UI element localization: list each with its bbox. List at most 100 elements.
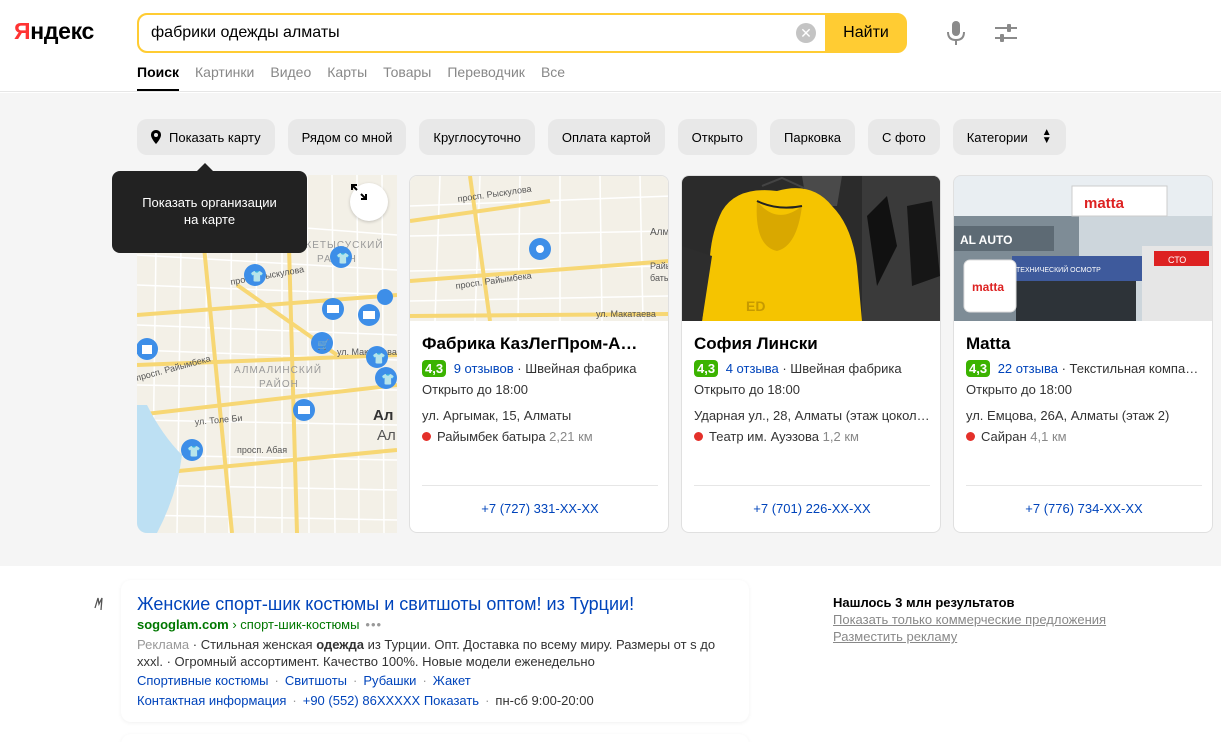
card-payment-chip[interactable]: Оплата картой (547, 119, 665, 155)
svg-text:ул. Макатаева: ул. Макатаева (596, 309, 656, 319)
metro-distance: 1,2 км (822, 429, 859, 444)
yandex-logo[interactable]: Яндекс (14, 18, 94, 45)
commercial-only-link[interactable]: Показать только коммерческие предложения (833, 611, 1106, 628)
desc-part: · Стильная женская (189, 637, 317, 652)
advertise-link[interactable]: Разместить рекламу (833, 628, 1106, 645)
desc-highlight: одежда (316, 637, 364, 652)
tab-products[interactable]: Товары (383, 62, 431, 91)
org-metro: Театр им. Ауэзова 1,2 км (694, 429, 859, 444)
nearby-chip[interactable]: Рядом со мной (287, 119, 407, 155)
reviews-link[interactable]: 4 отзыва (726, 361, 779, 376)
reviews-link[interactable]: 9 отзывов (454, 361, 514, 376)
show-map-chip[interactable]: Показать карту (137, 119, 275, 155)
result-url[interactable]: sogoglam.com › спорт-шик-костюмы ••• (137, 617, 382, 632)
divider (422, 485, 658, 486)
separator: · (485, 693, 490, 708)
open-now-chip[interactable]: Открыто (677, 119, 758, 155)
district-label: РАЙОН (259, 377, 299, 390)
show-phone-link[interactable]: Показать (424, 693, 479, 708)
header: Яндекс ✕ Найти Поиск Картинки Видео Карт… (0, 0, 1221, 92)
organization-card[interactable]: ED София Лински 4,3 4 отзыва · Швейная ф… (681, 175, 941, 533)
map-pin-icon (151, 130, 161, 144)
tab-images[interactable]: Картинки (195, 62, 254, 91)
round-clock-chip[interactable]: Круглосуточно (419, 119, 535, 155)
microphone-icon[interactable] (944, 20, 968, 46)
results-count: Нашлось 3 млн результатов (833, 595, 1015, 610)
separator: · (422, 673, 427, 688)
hoodie-print: ED (746, 298, 765, 314)
rating-row: 4,3 22 отзыва · Текстильная компа… (966, 360, 1206, 377)
parking-chip[interactable]: Парковка (770, 119, 856, 155)
sitelink[interactable]: Рубашки (363, 673, 416, 688)
org-phone[interactable]: +7 (701) 226-XX-XX (682, 501, 940, 516)
org-title[interactable]: Matta (966, 334, 1202, 354)
org-hours: Открыто до 18:00 (966, 382, 1072, 397)
org-category: · Текстильная компа… (1057, 361, 1199, 376)
with-photo-chip[interactable]: С фото (868, 119, 940, 155)
org-phone[interactable]: +7 (776) 734-XX-XX (954, 501, 1212, 516)
org-category: · Швейная фабрика (513, 361, 637, 376)
rating-row: 4,3 4 отзыва · Швейная фабрика (694, 360, 934, 377)
org-title[interactable]: София Лински (694, 334, 930, 354)
tab-translator[interactable]: Переводчик (447, 62, 525, 91)
categories-select[interactable]: Категории ▲ ▼ (952, 119, 1066, 155)
settings-sliders-icon[interactable] (993, 21, 1019, 45)
sitelink[interactable]: Жакет (433, 673, 471, 688)
clear-icon[interactable]: ✕ (796, 23, 816, 43)
filter-chips: Показать карту Рядом со мной Круглосуточ… (137, 119, 1066, 155)
right-sign: СТО (1168, 255, 1186, 265)
search-input[interactable] (151, 15, 791, 51)
organization-card[interactable]: просп. Рыскулова просп. Райымбека ул. Ма… (409, 175, 669, 533)
district-label: АЛМАЛИНСКИЙ (234, 363, 322, 376)
separator: · (292, 693, 297, 708)
organizations-wizard: Показать карту Рядом со мной Круглосуточ… (0, 93, 1221, 566)
show-on-map-tooltip: Показать организации на карте (112, 163, 307, 253)
phone-link[interactable]: +90 (552) 86XXXXX (303, 693, 420, 708)
result-domain: sogoglam.com (137, 617, 229, 632)
city-label: Ал (377, 427, 396, 444)
tooltip-line-2: на карте (183, 212, 236, 227)
tab-video[interactable]: Видео (270, 62, 311, 91)
svg-text:🛒: 🛒 (317, 338, 329, 351)
contact-info-link[interactable]: Контактная информация (137, 693, 286, 708)
more-options-icon[interactable]: ••• (365, 617, 382, 632)
result-title-link[interactable]: Женские спорт-шик костюмы и свитшоты опт… (137, 594, 634, 615)
schedule-text: пн-сб 9:00-20:00 (495, 693, 594, 708)
result-sitelinks: Спортивные костюмы · Свитшоты · Рубашки · Жаке… (137, 673, 471, 688)
svg-text:👕: 👕 (187, 445, 201, 458)
logo-text: ндекс (30, 18, 95, 44)
org-category: · Швейная фабрика (778, 361, 902, 376)
org-title[interactable]: Фабрика КазЛегПром-А… (422, 334, 658, 354)
tab-all[interactable]: Все (541, 62, 565, 91)
ad-label: Реклама (137, 637, 190, 652)
sitelink[interactable]: Спортивные костюмы (137, 673, 269, 688)
metro-icon (422, 432, 431, 441)
org-address: Ударная ул., 28, Алматы (этаж цоколь… (694, 408, 934, 423)
expand-map-icon[interactable] (350, 183, 388, 221)
search-result-ad: Женские спорт-шик костюмы и свитшоты опт… (121, 580, 749, 722)
tab-maps[interactable]: Карты (327, 62, 367, 91)
tab-search[interactable]: Поиск (137, 62, 180, 91)
metro-distance: 2,21 км (549, 429, 593, 444)
org-metro: Райымбек батыра 2,21 км (422, 429, 593, 444)
map-label: просп. Абая (237, 445, 287, 455)
search-button[interactable]: Найти (825, 15, 905, 51)
reviews-link[interactable]: 22 отзыва (998, 361, 1058, 376)
metro-name: Театр им. Ауэзова (709, 429, 820, 444)
org-phone[interactable]: +7 (727) 331-XX-XX (410, 501, 668, 516)
metro-name: Сайран (981, 429, 1027, 444)
show-map-label: Показать карту (169, 129, 261, 145)
rating-badge: 4,3 (694, 360, 719, 377)
organization-card[interactable]: matta AL AUTO ТЕХНИЧЕСКИЙ ОСМОТР СТО mat… (953, 175, 1213, 533)
search-tabs: Поиск Картинки Видео Карты Товары Перево… (137, 62, 565, 92)
result-path: › спорт-шик-костюмы (228, 617, 360, 632)
map-pin (377, 289, 393, 305)
search-box: ✕ Найти (137, 13, 907, 53)
metro-name: Райымбек батыра (437, 429, 546, 444)
rating-badge: 4,3 (966, 360, 991, 377)
divider (966, 485, 1202, 486)
separator: · (353, 673, 358, 688)
sitelink[interactable]: Свитшоты (285, 673, 347, 688)
metro-distance: 4,1 км (1030, 429, 1067, 444)
svg-text:👕: 👕 (336, 252, 350, 265)
